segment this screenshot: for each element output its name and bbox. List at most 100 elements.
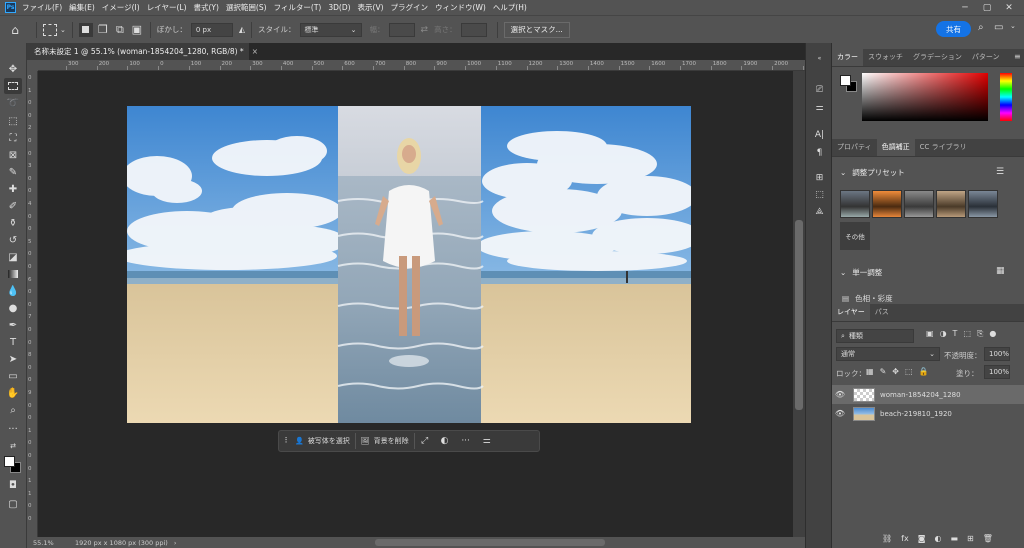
tab-cc-libraries[interactable]: CC ライブラリ: [915, 138, 972, 156]
menu-filter[interactable]: フィルター(T): [274, 2, 322, 13]
healing-brush-tool-icon[interactable]: ✚: [4, 181, 22, 197]
zoom-tool-icon[interactable]: ⌕: [4, 402, 22, 418]
rect-marquee-tool-icon[interactable]: [4, 78, 22, 94]
new-layer-icon[interactable]: ⊞: [967, 534, 974, 543]
link-layers-icon[interactable]: ⛓: [882, 534, 892, 543]
chevron-down-icon[interactable]: ⌄: [60, 26, 66, 34]
tab-paths[interactable]: パス: [870, 303, 894, 321]
layer-name[interactable]: beach-219810_1920: [880, 410, 952, 418]
more-presets-button[interactable]: その他: [840, 222, 870, 250]
lock-position-icon[interactable]: ✥: [892, 367, 899, 376]
brush-tool-icon[interactable]: ✐: [4, 198, 22, 214]
group-folder-icon[interactable]: ▬: [950, 534, 958, 543]
blur-tool-icon[interactable]: 💧: [4, 283, 22, 299]
horizontal-scroll-thumb[interactable]: [375, 539, 605, 546]
drag-handle-icon[interactable]: ⁝: [282, 436, 290, 446]
adjustment-layer-icon[interactable]: ◐: [934, 534, 941, 543]
adjustment-sliders-icon[interactable]: ⚌: [812, 101, 827, 115]
lock-image-icon[interactable]: ✎: [880, 367, 887, 376]
eraser-tool-icon[interactable]: ◪: [4, 249, 22, 265]
add-mask-icon[interactable]: ◙: [918, 534, 926, 543]
tab-patterns[interactable]: パターン: [967, 48, 1005, 66]
shapes-icon[interactable]: ⟁: [812, 205, 827, 219]
type-tool-icon[interactable]: T: [4, 334, 22, 350]
tab-layers[interactable]: レイヤー: [832, 303, 870, 321]
menu-image[interactable]: イメージ(I): [102, 2, 140, 13]
history-icon[interactable]: ⎚: [812, 83, 827, 97]
layer-row[interactable]: 👁 woman-1854204_1280: [832, 385, 1024, 404]
grid-view-icon[interactable]: ▦: [996, 266, 1005, 276]
more-tools-icon[interactable]: ···: [4, 421, 22, 437]
document-image[interactable]: [127, 106, 691, 423]
adjustment-presets-header[interactable]: ⌄ 調整プリセット: [840, 167, 905, 178]
adjust-filter-icon[interactable]: ◑: [940, 329, 947, 339]
artboard-icon[interactable]: ⬚: [905, 367, 913, 376]
quick-mask-icon[interactable]: ◘: [4, 477, 22, 493]
hue-slider[interactable]: [1000, 73, 1012, 121]
dodge-tool-icon[interactable]: ●: [4, 300, 22, 316]
maximize-button[interactable]: ▢: [976, 3, 998, 13]
layer-filter-select[interactable]: ⌕ 種類: [836, 329, 914, 343]
preset-thumb[interactable]: [936, 190, 966, 218]
horizontal-ruler[interactable]: 300 200 100 0 100 200 300 400 500 600 700 800 900 100…: [38, 60, 805, 71]
swap-icon[interactable]: ⇄: [421, 25, 429, 35]
layer-thumbnail[interactable]: [853, 406, 875, 421]
clone-stamp-tool-icon[interactable]: ⚱: [4, 215, 22, 231]
select-subject-button[interactable]: 👤 被写体を選択: [290, 433, 356, 449]
eye-icon[interactable]: 👁: [832, 409, 848, 418]
intersect-selection-icon[interactable]: ▣: [130, 23, 144, 36]
tab-color[interactable]: カラー: [832, 48, 863, 66]
path-icon[interactable]: ⬚: [812, 188, 827, 202]
frame-tool-icon[interactable]: ⊠: [4, 147, 22, 163]
smart-object-filter-icon[interactable]: ⎘: [977, 329, 983, 339]
settings-sliders-icon[interactable]: ⚌: [477, 436, 497, 446]
list-view-icon[interactable]: ☰: [996, 167, 1004, 177]
tab-properties[interactable]: プロパティ: [832, 138, 877, 156]
menu-select[interactable]: 選択範囲(S): [226, 2, 267, 13]
lock-transparent-icon[interactable]: ▦: [866, 367, 874, 376]
type-filter-icon[interactable]: T: [953, 329, 958, 339]
move-tool-icon[interactable]: ✥: [4, 61, 22, 77]
workspace-icon[interactable]: ▭: [994, 22, 1003, 33]
menu-plugins[interactable]: プラグイン: [391, 2, 429, 13]
home-icon[interactable]: ⌂: [11, 23, 19, 37]
menu-window[interactable]: ウィンドウ(W): [435, 2, 486, 13]
height-input[interactable]: [460, 22, 487, 37]
panel-menu-icon[interactable]: ≡: [1014, 52, 1021, 61]
default-colors-icon[interactable]: ⇄: [4, 438, 22, 454]
fill-input[interactable]: 100%: [984, 365, 1010, 379]
new-selection-icon[interactable]: [78, 22, 93, 37]
minimize-button[interactable]: ─: [954, 3, 976, 13]
preset-thumb[interactable]: [840, 190, 870, 218]
preset-thumb[interactable]: [872, 190, 902, 218]
pixel-filter-icon[interactable]: ▣: [926, 329, 934, 339]
close-window-button[interactable]: ✕: [998, 3, 1020, 13]
menu-help[interactable]: ヘルプ(H): [493, 2, 527, 13]
anti-alias-icon[interactable]: ◭: [239, 25, 245, 34]
layer-row[interactable]: 👁 beach-219810_1920: [832, 404, 1024, 423]
width-input[interactable]: [388, 22, 415, 37]
document-tab[interactable]: 名称未設定 1 @ 55.1% (woman-1854204_1280, RGB…: [27, 43, 258, 60]
hand-tool-icon[interactable]: ✋: [4, 385, 22, 401]
fx-icon[interactable]: fx: [901, 534, 909, 543]
menu-layer[interactable]: レイヤー(L): [147, 2, 187, 13]
feather-input[interactable]: 0 px: [190, 22, 233, 37]
adjustment-icon[interactable]: ◐: [435, 436, 455, 446]
single-adjustments-header[interactable]: ⌄ 単一調整: [840, 267, 882, 278]
object-select-tool-icon[interactable]: ⬚: [4, 113, 22, 129]
eye-icon[interactable]: 👁: [832, 390, 848, 399]
select-and-mask-button[interactable]: 選択とマスク...: [503, 21, 570, 38]
preset-thumb[interactable]: [904, 190, 934, 218]
rectangle-tool-icon[interactable]: ▭: [4, 368, 22, 384]
zoom-level[interactable]: 55.1%: [33, 539, 69, 547]
paragraph-icon[interactable]: ¶: [812, 146, 827, 160]
menu-view[interactable]: 表示(V): [358, 2, 384, 13]
collapse-icon[interactable]: «: [812, 51, 827, 65]
menu-file[interactable]: ファイル(F): [22, 2, 62, 13]
blend-mode-select[interactable]: 通常 ⌄: [836, 347, 940, 361]
character-icon[interactable]: A|: [812, 128, 827, 142]
chevron-right-icon[interactable]: ›: [174, 539, 177, 547]
pen-tool-icon[interactable]: ✒: [4, 317, 22, 333]
opacity-input[interactable]: 100%: [984, 347, 1010, 361]
crop-tool-icon[interactable]: ⛶: [4, 130, 22, 146]
